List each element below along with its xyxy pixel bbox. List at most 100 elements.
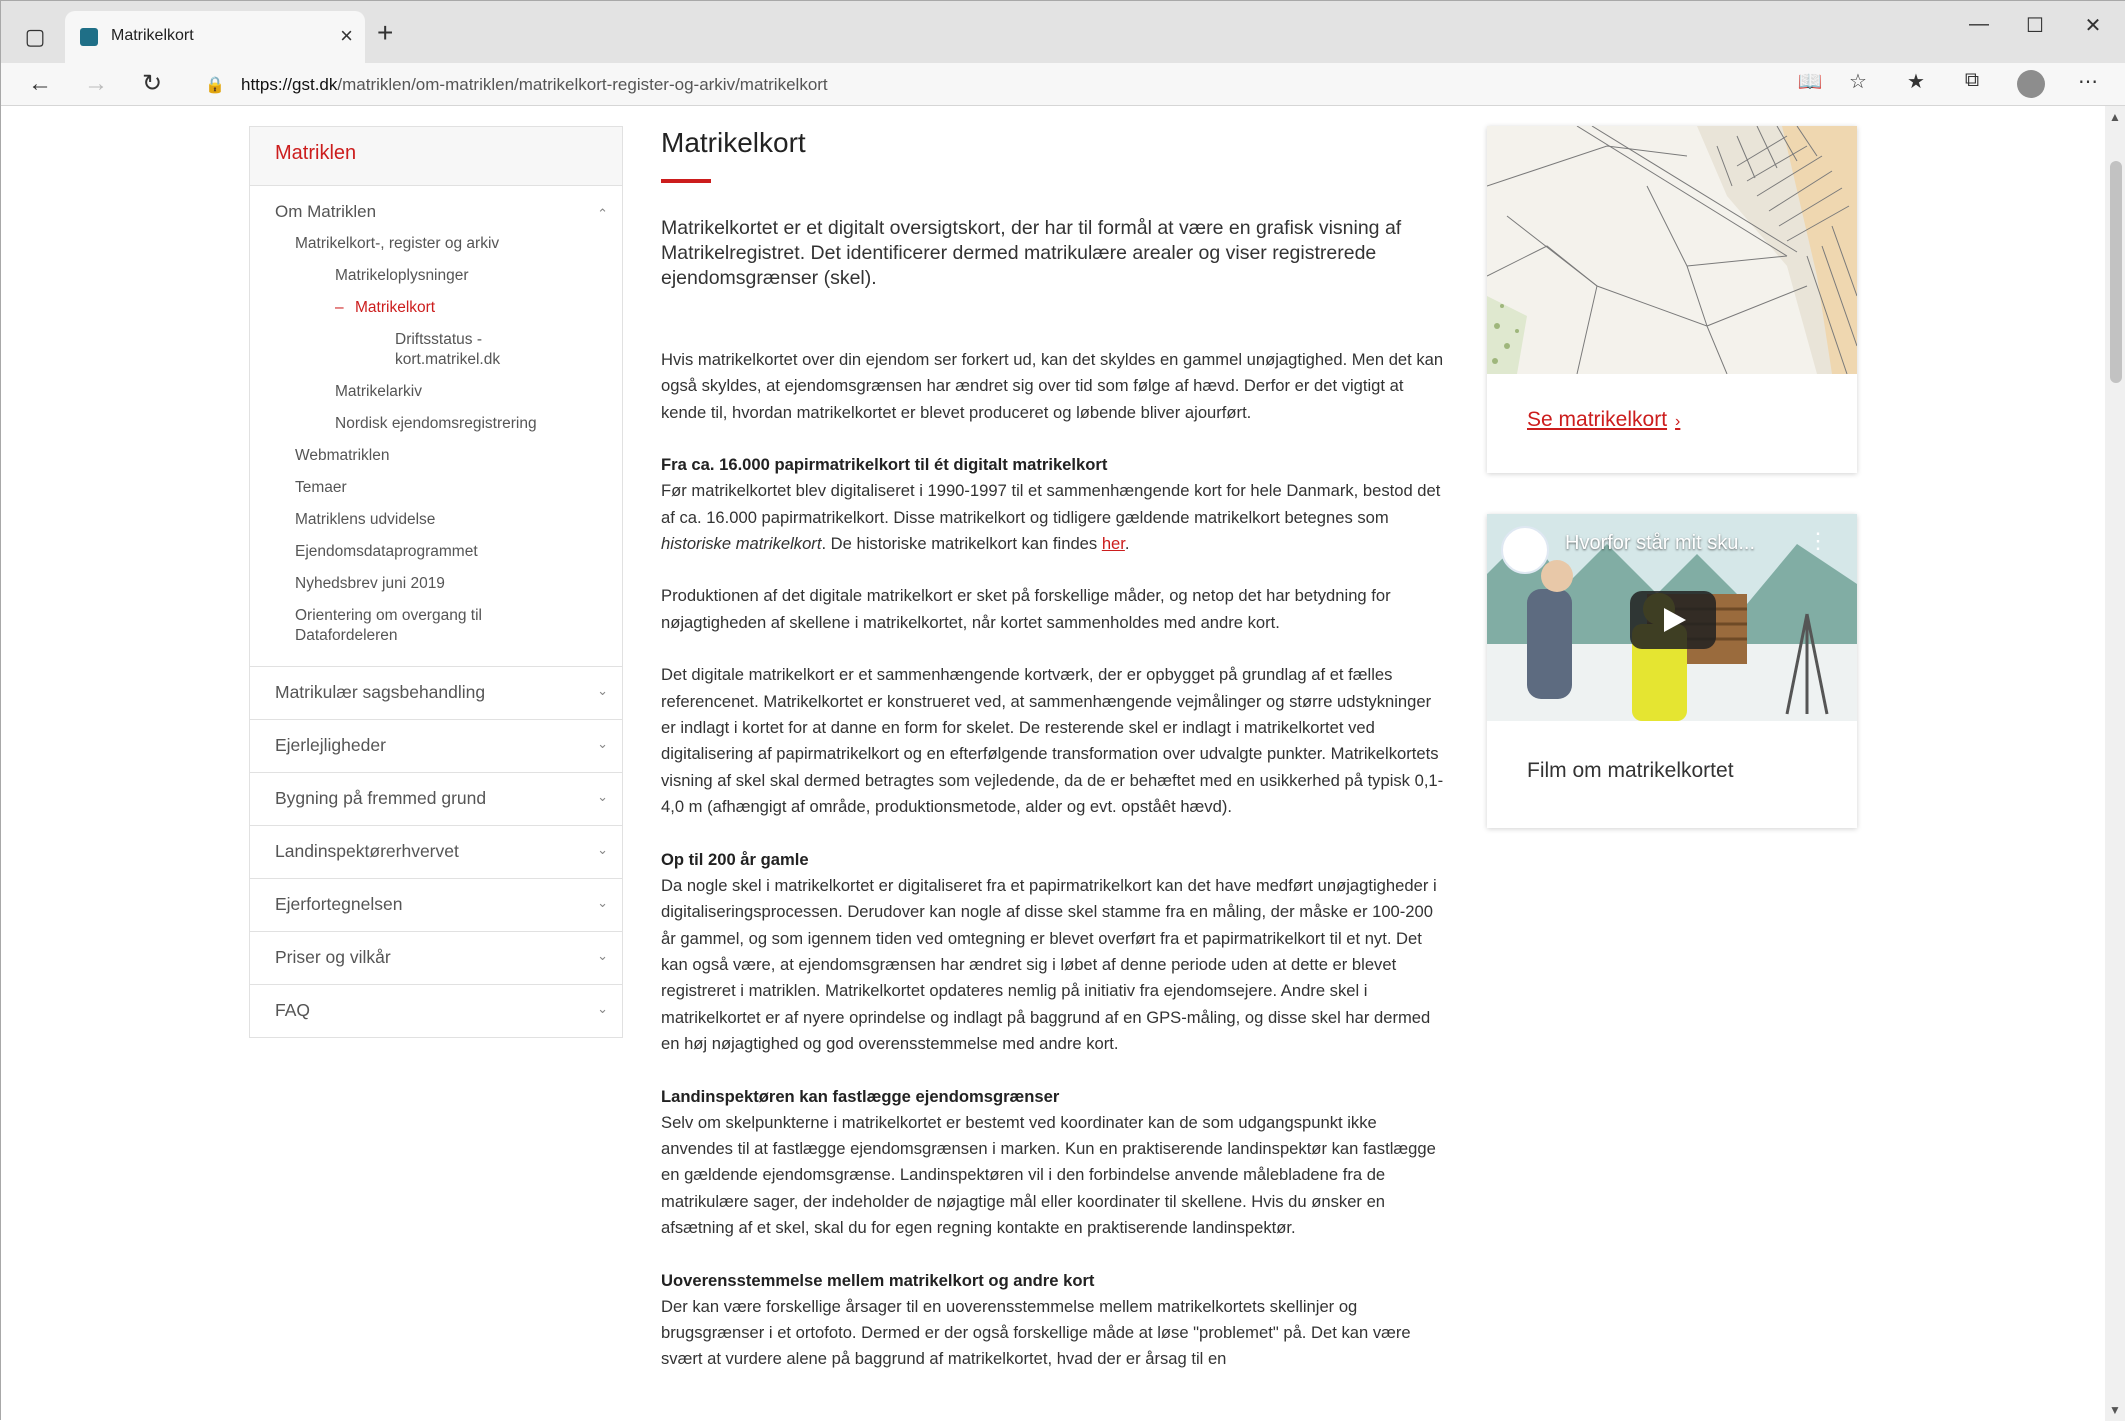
sidebar-item-orientering[interactable]: Orientering om overgang til Datafordeler… (250, 600, 535, 652)
sidebar-section-label: Bygning på fremmed grund (275, 788, 487, 808)
sidebar-item-matrikeloplysninger[interactable]: Matrikeloplysninger (250, 260, 622, 292)
sidebar-item-label: Orientering om overgang til Datafordeler… (295, 607, 482, 644)
sidebar-item-ejendomsdataprogrammet[interactable]: Ejendomsdataprogrammet (250, 536, 622, 568)
sidebar-section-label: Priser og vilkår (275, 947, 391, 967)
close-window-icon[interactable]: ✕ (2073, 13, 2113, 38)
article-section: Op til 200 år gamle Da nogle skel i matr… (661, 847, 1447, 1058)
sidebar-item-label: Matrikelarkiv (335, 383, 422, 400)
sidebar-section-label: Ejerlejligheder (275, 735, 386, 755)
card-link-label: Se matrikelkort (1527, 408, 1668, 431)
sidebar-item-label: Matrikelkort (355, 299, 436, 316)
section-heading: Op til 200 år gamle (661, 849, 809, 869)
active-dash-icon: – (335, 299, 344, 316)
page-scrollbar[interactable]: ▲ ▼ (2105, 106, 2125, 1421)
sidebar-section-om-matriklen: Om Matriklen ⌃ Matrikelkort-, register o… (250, 186, 622, 667)
more-icon[interactable]: ⋯ (2071, 69, 2105, 99)
back-icon[interactable]: ← (23, 67, 57, 101)
profile-icon[interactable] (2017, 70, 2045, 98)
maximize-icon[interactable]: ☐ (2015, 13, 2055, 38)
sidebar-item-label: Driftsstatus - kort.matrikel.dk (395, 331, 501, 368)
article-section: Landinspektøren kan fastlægge ejendomsgr… (661, 1084, 1447, 1242)
sidebar-item-matrikelarkiv[interactable]: Matrikelarkiv (250, 376, 622, 408)
sidebar-heading[interactable]: Matriklen (250, 127, 622, 186)
favicon-icon (80, 28, 98, 46)
sidebar-item-matriklens-udvidelse[interactable]: Matriklens udvidelse (250, 504, 622, 536)
sidebar-section-priser-og-vilkar[interactable]: Priser og vilkår ⌄ (250, 932, 622, 985)
browser-toolbar: ← → ↻ 🔒 https://gst.dk/matriklen/om-matr… (1, 63, 2125, 106)
tab-title: Matrikelkort (111, 27, 194, 44)
sidebar-item-webmatriklen[interactable]: Webmatriklen (250, 440, 622, 472)
channel-logo-icon[interactable] (1501, 526, 1549, 574)
sidebar-section-ejerlejligheder[interactable]: Ejerlejligheder ⌄ (250, 720, 622, 773)
forward-icon[interactable]: → (79, 67, 113, 101)
refresh-icon[interactable]: ↻ (135, 67, 169, 101)
lock-icon[interactable]: 🔒 (205, 75, 225, 95)
sidebar-section-ejerfortegnelsen[interactable]: Ejerfortegnelsen ⌄ (250, 879, 622, 932)
page-title: Matrikelkort (661, 127, 806, 158)
video-title[interactable]: Hvorfor står mit sku... (1565, 532, 1755, 555)
main-article: Matrikelkort Matrikelkortet er et digita… (661, 126, 1447, 1373)
se-matrikelkort-link[interactable]: Se matrikelkort › (1527, 408, 1680, 432)
sidebar-section-label: Landinspektørerhvervet (275, 841, 459, 861)
sidebar-section-label: Matrikulær sagsbehandling (275, 682, 486, 702)
section-heading: Landinspektøren kan fastlægge ejendomsgr… (661, 1086, 1060, 1106)
video-player[interactable]: Hvorfor står mit sku... ⋮ (1487, 514, 1857, 721)
chevron-up-icon[interactable]: ⌃ (597, 204, 608, 224)
play-button[interactable] (1630, 591, 1716, 649)
sidebar-section-landinspektorerhvervet[interactable]: Landinspektørerhvervet ⌄ (250, 826, 622, 879)
chevron-down-icon[interactable]: ⌄ (597, 842, 608, 858)
sidebar-item-matrikelkort[interactable]: – Matrikelkort (250, 292, 622, 324)
sidebar-item-label: Om Matriklen (275, 202, 377, 221)
sidebar-item-label: Ejendomsdataprogrammet (295, 543, 478, 560)
sidebar-item-om-matriklen[interactable]: Om Matriklen ⌃ (250, 198, 622, 228)
sidebar-item-label: Nyhedsbrev juni 2019 (295, 575, 445, 592)
article-section: Fra ca. 16.000 papirmatrikelkort til ét … (661, 452, 1447, 557)
plus-icon[interactable]: + (377, 17, 393, 49)
matrikelkort-card[interactable]: Se matrikelkort › (1487, 126, 1857, 473)
video-menu-icon[interactable]: ⋮ (1807, 528, 1829, 554)
sidebar-section-bygning-fremmed-grund[interactable]: Bygning på fremmed grund ⌄ (250, 773, 622, 826)
sidebar-section-matrikulaer-sagsbehandling[interactable]: Matrikulær sagsbehandling ⌄ (250, 667, 622, 720)
collections-icon[interactable]: ⧉ (1955, 69, 1989, 99)
sidebar-item-label: Matriklens udvidelse (295, 511, 436, 528)
scroll-down-icon[interactable]: ▼ (2109, 1403, 2121, 1417)
map-image (1487, 126, 1857, 374)
sidebar-item-matrikelkort-register-arkiv[interactable]: Matrikelkort-, register og arkiv (250, 228, 622, 260)
sidebar-nav: Matriklen Om Matriklen ⌃ Matrikelkort-, … (249, 126, 623, 1038)
body-paragraph: Det digitale matrikelkort er et sammenhæ… (661, 665, 1444, 817)
body-paragraph: Da nogle skel i matrikelkortet er digita… (661, 875, 1437, 1054)
film-card[interactable]: Hvorfor står mit sku... ⋮ Film om matrik… (1487, 514, 1857, 828)
sidebar-section-label: FAQ (275, 1000, 311, 1020)
chevron-down-icon[interactable]: ⌄ (597, 683, 608, 699)
minimize-icon[interactable]: — (1959, 13, 1999, 36)
sidebar-section-faq[interactable]: FAQ ⌄ (250, 985, 622, 1037)
sidebar-item-nordisk-ejendomsregistrering[interactable]: Nordisk ejendomsregistrering (250, 408, 622, 440)
section-heading: Fra ca. 16.000 papirmatrikelkort til ét … (661, 455, 1108, 475)
chevron-down-icon[interactable]: ⌄ (597, 948, 608, 964)
chevron-down-icon[interactable]: ⌄ (597, 895, 608, 911)
body-paragraph: Hvis matrikelkortet over din ejendom ser… (661, 350, 1444, 422)
sidebar-item-temaer[interactable]: Temaer (250, 472, 622, 504)
address-bar[interactable]: 🔒 https://gst.dk/matriklen/om-matriklen/… (189, 67, 1749, 101)
chevron-down-icon[interactable]: ⌄ (597, 789, 608, 805)
text-span: . (1124, 534, 1130, 554)
map-thumbnail[interactable] (1487, 126, 1857, 374)
add-favorite-icon[interactable]: ☆ (1841, 69, 1875, 99)
sidebar-section-label: Ejerfortegnelsen (275, 894, 403, 914)
reader-mode-icon[interactable]: 📖 (1793, 69, 1827, 99)
article-section: Uoverensstemmelse mellem matrikelkort og… (661, 1268, 1447, 1373)
favorites-icon[interactable]: ★ (1899, 69, 1933, 99)
sidebar-item-driftsstatus[interactable]: Driftsstatus - kort.matrikel.dk (250, 324, 535, 376)
film-card-title[interactable]: Film om matrikelkortet (1527, 759, 1734, 783)
close-icon[interactable]: × (340, 23, 353, 49)
chevron-down-icon[interactable]: ⌄ (597, 736, 608, 752)
chevron-down-icon[interactable]: ⌄ (597, 1001, 608, 1017)
historiske-link[interactable]: her (1102, 534, 1125, 553)
title-bar: ▢ Matrikelkort × + — ☐ ✕ (1, 1, 2125, 63)
sidebar-item-nyhedsbrev[interactable]: Nyhedsbrev juni 2019 (250, 568, 622, 600)
browser-tab[interactable]: Matrikelkort × (65, 11, 365, 63)
tab-actions-icon[interactable]: ▢ (15, 17, 55, 57)
body-paragraph: Før matrikelkortet blev digitaliseret i … (661, 478, 1447, 557)
scroll-up-icon[interactable]: ▲ (2109, 110, 2121, 124)
scroll-thumb[interactable] (2110, 161, 2122, 383)
